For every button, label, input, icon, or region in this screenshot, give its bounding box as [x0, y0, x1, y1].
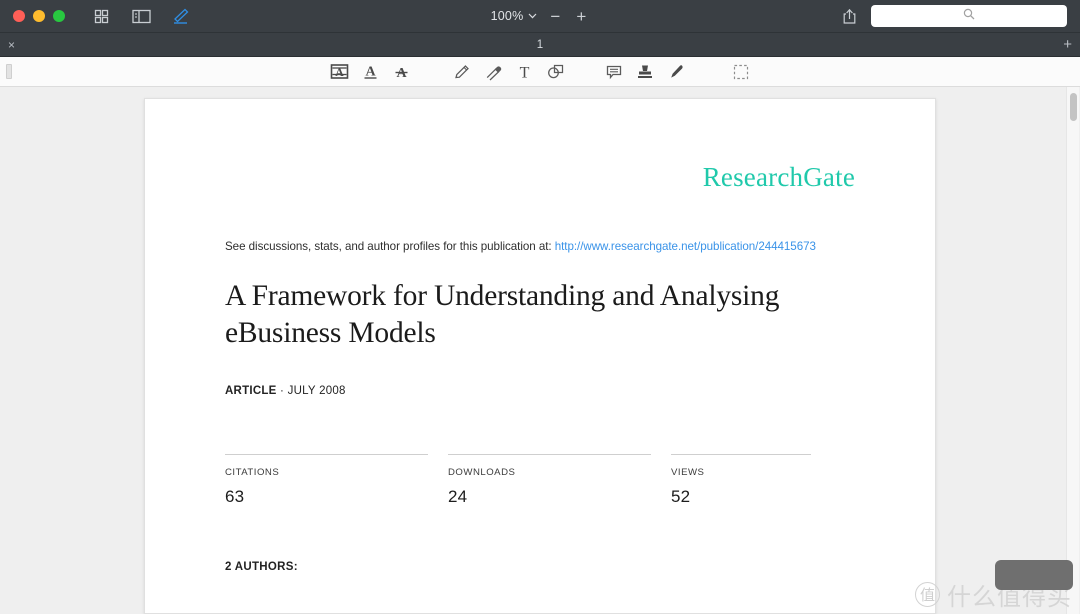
share-icon[interactable] [839, 6, 859, 26]
window-title-bar: 100% − + [0, 0, 1080, 33]
eraser-icon[interactable] [478, 60, 509, 84]
signature-pen-icon[interactable] [661, 60, 692, 84]
metric-divider [671, 454, 811, 456]
drawing-tool-group: T [447, 60, 571, 84]
metrics-row: CITATIONS 63 DOWNLOADS 24 VIEWS 52 [225, 454, 855, 507]
metric-value: 52 [671, 487, 691, 507]
publication-link-prefix: See discussions, stats, and author profi… [225, 240, 555, 253]
markup-object-tool-group [599, 60, 692, 84]
annotation-tools: A A A T [0, 60, 1080, 84]
pdf-reader-window: 100% − + × 1 + A A A T ResearchGate See … [0, 0, 1080, 614]
svg-text:A: A [396, 66, 407, 81]
selection-rectangle-icon[interactable] [726, 60, 757, 84]
metric-divider [448, 454, 651, 456]
document-viewport[interactable]: ResearchGate See discussions, stats, and… [0, 87, 1080, 614]
text-markup-tool-group: A A A [324, 60, 417, 84]
comment-icon[interactable] [599, 60, 630, 84]
svg-text:A: A [335, 65, 344, 79]
article-meta: ARTICLE · JULY 2008 [225, 385, 855, 397]
zoom-level-value: 100% [490, 9, 524, 23]
publication-link-line: See discussions, stats, and author profi… [225, 240, 855, 253]
svg-text:T: T [519, 64, 529, 81]
scrollbar-thumb[interactable] [1070, 93, 1077, 121]
researchgate-logo: ResearchGate [702, 162, 855, 192]
search-input[interactable] [871, 5, 1067, 27]
new-tab-button[interactable]: + [1063, 37, 1080, 52]
window-traffic-lights [0, 10, 65, 22]
selection-tool-group [726, 60, 757, 84]
tab-close-button[interactable]: × [0, 39, 15, 51]
annotation-toolbar: A A A T [0, 57, 1080, 87]
zoom-controls: 100% − + [465, 8, 615, 25]
page-title: A Framework for Understanding and Analys… [225, 280, 780, 349]
tab-title: 1 [536, 38, 544, 51]
stamp-icon[interactable] [630, 60, 661, 84]
chevron-down-icon [528, 13, 537, 19]
metric-value: 63 [225, 487, 245, 507]
authors-heading: 2 AUTHORS: [225, 561, 298, 574]
tab-bar: × 1 + [0, 33, 1080, 57]
underline-text-icon[interactable]: A [355, 60, 386, 84]
strikethrough-text-icon[interactable]: A [386, 60, 417, 84]
zoom-level-dropdown[interactable]: 100% [491, 9, 538, 23]
titlebar-right-group [839, 5, 1080, 27]
svg-text:A: A [365, 64, 376, 79]
shapes-icon[interactable] [540, 60, 571, 84]
zoom-out-button[interactable]: − [547, 8, 563, 25]
metric-downloads: DOWNLOADS 24 [448, 454, 651, 507]
metric-label: DOWNLOADS [448, 467, 516, 479]
metric-label: VIEWS [671, 467, 705, 479]
pdf-page: ResearchGate See discussions, stats, and… [144, 98, 936, 614]
metric-value: 24 [448, 487, 468, 507]
vertical-scrollbar[interactable] [1066, 87, 1079, 614]
close-window-button[interactable] [13, 10, 25, 22]
article-date-label: · JULY 2008 [276, 385, 346, 398]
metric-divider [225, 454, 428, 456]
minimize-window-button[interactable] [33, 10, 45, 22]
metric-views: VIEWS 52 [671, 454, 811, 507]
text-tool-icon[interactable]: T [509, 60, 540, 84]
grid-view-icon[interactable] [91, 6, 111, 26]
search-field[interactable] [871, 5, 1067, 27]
zoom-in-button[interactable]: + [573, 8, 589, 25]
sidebar-icon[interactable] [131, 6, 151, 26]
highlight-text-icon[interactable]: A [324, 60, 355, 84]
zoom-window-button[interactable] [53, 10, 65, 22]
article-type-label: ARTICLE [225, 385, 277, 398]
titlebar-icon-group [91, 6, 191, 26]
metric-citations: CITATIONS 63 [225, 454, 428, 507]
publication-url-link[interactable]: http://www.researchgate.net/publication/… [555, 240, 816, 253]
markup-pen-icon[interactable] [171, 6, 191, 26]
pencil-icon[interactable] [447, 60, 478, 84]
metric-label: CITATIONS [225, 467, 280, 479]
